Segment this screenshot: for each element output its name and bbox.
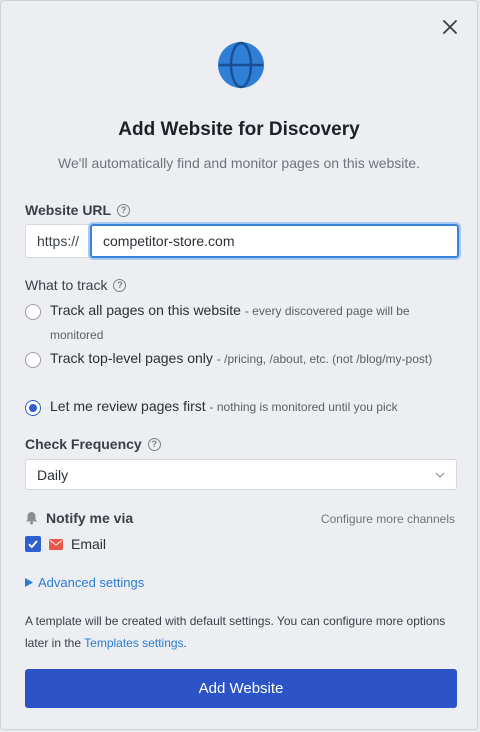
website-url-label: Website URL ?: [25, 202, 131, 218]
check-frequency-value: Daily: [37, 466, 69, 483]
track-option-title: Track top-level pages only: [50, 350, 213, 366]
templates-settings-link[interactable]: Templates settings: [84, 636, 183, 650]
radio-button-selected[interactable]: [25, 400, 41, 416]
advanced-settings-toggle[interactable]: Advanced settings: [25, 575, 144, 590]
radio-button[interactable]: [25, 304, 41, 320]
check-frequency-select[interactable]: Daily: [25, 459, 457, 490]
template-note-end: .: [183, 636, 187, 650]
checkmark-icon: [28, 540, 38, 549]
close-icon[interactable]: [441, 18, 459, 36]
advanced-settings-label: Advanced settings: [38, 575, 145, 590]
check-frequency-label: Check Frequency ?: [25, 436, 161, 452]
dialog-title: Add Website for Discovery: [118, 119, 360, 140]
dialog-subtitle: We'll automatically find and monitor pag…: [58, 155, 420, 171]
email-channel-option[interactable]: Email: [25, 536, 106, 552]
caret-right-icon: [25, 578, 33, 587]
track-option-top-level[interactable]: Track top-level pages only - /pricing, /…: [25, 350, 445, 371]
what-to-track-label: What to track ?: [25, 277, 127, 293]
track-option-desc: - nothing is monitored until you pick: [209, 400, 398, 414]
configure-channels-link[interactable]: Configure more channels: [321, 512, 455, 526]
email-label: Email: [71, 536, 107, 552]
what-to-track-label-text: What to track: [25, 277, 108, 293]
notify-label: Notify me via: [25, 510, 133, 526]
bell-icon: [26, 512, 37, 525]
url-input-group: https://: [25, 222, 461, 260]
email-checkbox[interactable]: [25, 536, 41, 552]
track-option-title: Let me review pages first: [50, 398, 206, 414]
notify-label-text: Notify me via: [46, 510, 134, 526]
track-option-title: Track all pages on this website: [50, 302, 241, 318]
website-url-label-text: Website URL: [25, 202, 112, 218]
help-icon[interactable]: ?: [113, 278, 127, 292]
website-url-input[interactable]: [88, 222, 461, 260]
track-option-desc: - /pricing, /about, etc. (not /blog/my-p…: [216, 352, 433, 366]
help-icon[interactable]: ?: [147, 437, 161, 451]
add-website-dialog: Add Website for Discovery We'll automati…: [0, 0, 478, 730]
radio-button[interactable]: [25, 352, 41, 368]
check-frequency-label-text: Check Frequency: [25, 436, 142, 452]
track-option-review[interactable]: Let me review pages first - nothing is m…: [25, 398, 445, 419]
mail-icon: [49, 538, 63, 550]
template-note: A template will be created with default …: [25, 610, 457, 654]
track-option-all[interactable]: Track all pages on this website - every …: [25, 302, 445, 347]
add-website-button[interactable]: Add Website: [25, 669, 457, 708]
chevron-down-icon: [435, 472, 445, 478]
globe-icon: [218, 41, 264, 89]
url-prefix: https://: [25, 224, 90, 258]
help-icon[interactable]: ?: [117, 203, 131, 217]
